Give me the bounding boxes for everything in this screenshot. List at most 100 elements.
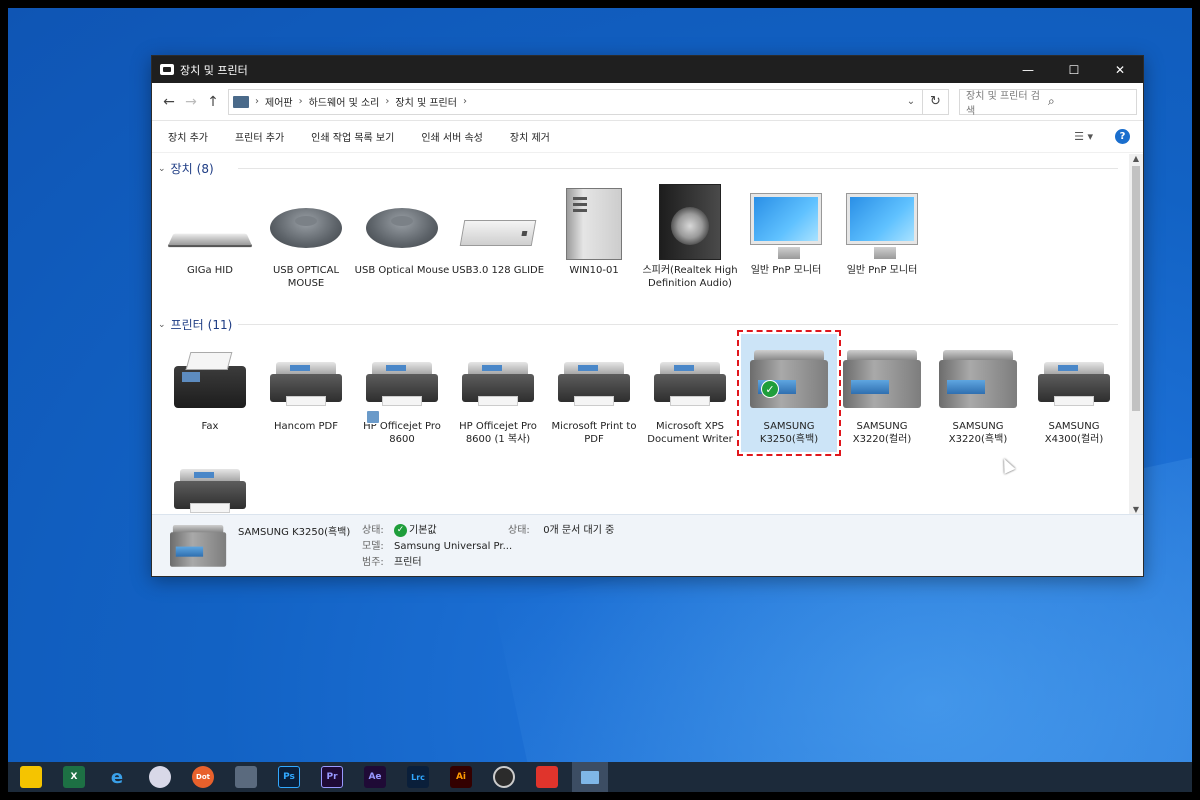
devices-group-label: 장치 — [170, 162, 193, 176]
printer-icon — [558, 362, 630, 408]
printer-icon — [174, 469, 246, 514]
help-icon[interactable]: ? — [1115, 129, 1130, 144]
breadcrumb-separator: › — [255, 96, 259, 107]
collapse-chevron-icon[interactable]: ⌄ — [158, 320, 166, 330]
search-input[interactable]: 장치 및 프린터 검색 ⌕ — [959, 88, 1137, 117]
illustrator-icon[interactable]: Ai — [450, 766, 472, 788]
mouse-icon — [366, 208, 438, 248]
scroll-up-icon[interactable]: ▲ — [1129, 154, 1143, 163]
shared-badge-icon — [366, 410, 380, 424]
device-list: ⌄ 장치 (8) GIGa HID USB OPTICAL MOUSE USB … — [152, 154, 1129, 514]
control-panel-taskbar-icon[interactable] — [572, 762, 608, 792]
edge-icon[interactable]: e — [106, 766, 128, 788]
collapse-chevron-icon[interactable]: ⌄ — [158, 164, 166, 174]
device-item[interactable]: 일반 PnP 모니터 — [834, 180, 930, 277]
search-icon[interactable]: ⌕ — [1048, 94, 1130, 109]
forward-button[interactable]: → — [180, 94, 202, 110]
device-label: WIN10-01 — [569, 265, 619, 276]
default-printer-check-icon: ✓ — [761, 380, 779, 398]
printer-label: Microsoft Print to PDF — [551, 421, 637, 445]
printer-item[interactable]: HP Officejet Pro 8600 — [354, 336, 450, 446]
photoshop-icon[interactable]: Ps — [278, 766, 300, 788]
device-item[interactable]: 일반 PnP 모니터 — [738, 180, 834, 277]
breadcrumb-hardware-sound[interactable]: 하드웨어 및 소리 — [309, 94, 380, 109]
scroll-down-icon[interactable]: ▼ — [1129, 505, 1143, 514]
see-print-queue-button[interactable]: 인쇄 작업 목록 보기 — [311, 129, 394, 144]
printer-item[interactable]: SAMSUNG X4300(컬러) — [1026, 336, 1122, 446]
device-item[interactable]: GIGa HID — [162, 180, 258, 277]
paint-icon[interactable] — [149, 766, 171, 788]
breadcrumb-devices-printers[interactable]: 장치 및 프린터 — [395, 94, 457, 109]
printers-group-header[interactable]: ⌄ 프린터 (11) — [158, 316, 1118, 333]
printer-item[interactable]: HP Officejet Pro 8600 (1 복사) — [450, 336, 546, 446]
printer-item[interactable]: Hancom PDF — [258, 336, 354, 433]
refresh-button[interactable]: ↻ — [923, 88, 949, 115]
scrollbar-thumb[interactable] — [1132, 166, 1140, 411]
breadcrumb-separator: › — [385, 96, 390, 107]
printer-icon — [654, 362, 726, 408]
device-label: USB Optical Mouse — [354, 265, 450, 276]
printer-label: SAMSUNG K3250(흑백) — [759, 421, 819, 445]
print-server-properties-button[interactable]: 인쇄 서버 속성 — [421, 129, 483, 144]
printer-item[interactable]: Microsoft Print to PDF — [546, 336, 642, 446]
device-label: USB OPTICAL MOUSE — [272, 265, 340, 289]
remove-device-button[interactable]: 장치 제거 — [510, 129, 550, 144]
device-item[interactable]: USB OPTICAL MOUSE — [258, 180, 354, 290]
printer-item[interactable]: SAMSUNG X3220(흑백) — [930, 336, 1026, 446]
lightroom-classic-icon[interactable]: Lrc — [407, 766, 429, 788]
breadcrumb-separator: › — [298, 96, 303, 107]
calculator-icon[interactable] — [235, 766, 257, 788]
printer-item[interactable]: Microsoft XPS Document Writer — [642, 336, 738, 446]
model-label: 모델: — [362, 541, 384, 552]
anydesk-icon[interactable] — [536, 766, 558, 788]
after-effects-icon[interactable]: Ae — [364, 766, 386, 788]
add-device-button[interactable]: 장치 추가 — [168, 129, 208, 144]
address-bar: ← → ↑ › 제어판 › 하드웨어 및 소리 › 장치 및 프린터 › ⌄ ↻… — [152, 83, 1143, 121]
multifunction-printer-icon — [843, 350, 921, 412]
device-item[interactable]: USB3.0 128 GLIDE — [450, 180, 546, 277]
add-printer-button[interactable]: 프린터 추가 — [235, 129, 284, 144]
details-pane: SAMSUNG K3250(흑백) 상태: ✓ 기본값 모델: Samsung Uni… — [152, 514, 1143, 576]
devices-app-icon — [160, 64, 174, 75]
device-item[interactable]: USB Optical Mouse — [354, 180, 450, 277]
device-item[interactable]: 스피커(Realtek High Definition Audio) — [642, 180, 738, 290]
multifunction-printer-icon — [939, 350, 1017, 412]
default-status-check-icon: ✓ — [394, 523, 407, 537]
printers-group-label: 프린터 — [170, 318, 204, 332]
breadcrumb-control-panel[interactable]: 제어판 — [265, 94, 293, 109]
close-button[interactable]: ✕ — [1097, 56, 1143, 83]
back-button[interactable]: ← — [158, 94, 180, 110]
mouse-icon — [270, 208, 342, 248]
obs-icon[interactable] — [493, 766, 515, 788]
vertical-scrollbar[interactable]: ▲ ▼ — [1129, 154, 1143, 514]
printer-item[interactable]: SAMSUNG X3220(컬러) — [834, 336, 930, 446]
excel-icon[interactable]: X — [63, 766, 85, 788]
taskbar: X e Dot Ps Pr Ae Lrc Ai — [8, 762, 1192, 792]
dot-app-icon[interactable]: Dot — [192, 766, 214, 788]
model-value: Samsung Universal Pr... — [394, 541, 513, 552]
computer-tower-icon — [566, 188, 622, 260]
change-view-icon[interactable]: ☰ ▾ — [1074, 130, 1093, 143]
sticky-notes-icon[interactable] — [20, 766, 42, 788]
address-dropdown-icon[interactable]: ⌄ — [900, 96, 922, 107]
details-queue: 상태: 0개 문서 대기 중 — [508, 523, 614, 539]
printer-label: Microsoft XPS Document Writer — [647, 421, 733, 445]
queue-label: 상태: — [508, 525, 530, 536]
hard-drive-icon — [459, 220, 537, 246]
maximize-button[interactable]: ☐ — [1051, 56, 1097, 83]
breadcrumb[interactable]: › 제어판 › 하드웨어 및 소리 › 장치 및 프린터 › ⌄ — [228, 88, 923, 115]
device-label: 일반 PnP 모니터 — [750, 265, 822, 276]
device-label: USB3.0 128 GLIDE — [451, 265, 545, 276]
monitor-icon — [751, 194, 821, 259]
device-item[interactable]: WIN10-01 — [546, 180, 642, 277]
multifunction-printer-icon — [750, 350, 828, 412]
minimize-button[interactable]: — — [1005, 56, 1051, 83]
printer-item[interactable] — [162, 469, 258, 514]
devices-group-header[interactable]: ⌄ 장치 (8) — [158, 160, 1118, 177]
printer-item-selected[interactable]: ✓ SAMSUNG K3250(흑백) — [737, 330, 841, 456]
category-value: 프린터 — [394, 557, 422, 568]
printer-label: HP Officejet Pro 8600 (1 복사) — [459, 421, 537, 445]
up-button[interactable]: ↑ — [202, 94, 224, 110]
printer-item[interactable]: Fax — [162, 336, 258, 433]
premiere-icon[interactable]: Pr — [321, 766, 343, 788]
